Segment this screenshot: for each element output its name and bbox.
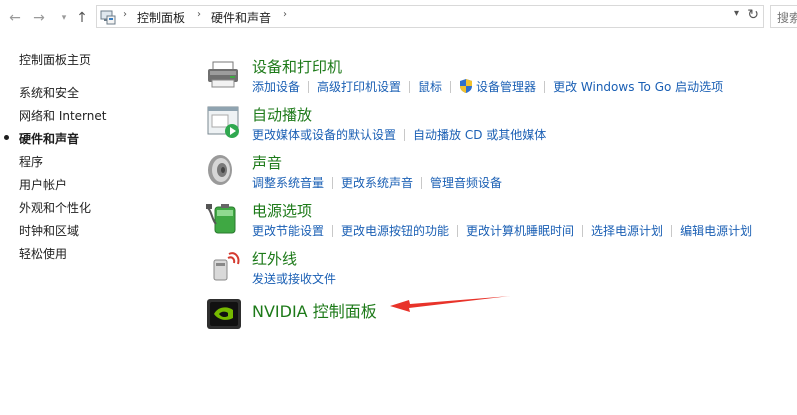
link-divider bbox=[457, 225, 459, 237]
address-bar[interactable]: › 控制面板 › 硬件和声音 › ▾ ↻ bbox=[96, 5, 764, 28]
sidebar-item-ease-of-access[interactable]: 轻松使用 bbox=[19, 245, 67, 262]
category-links: 调整系统音量 更改系统声音 管理音频设备 bbox=[252, 174, 502, 191]
category-links: 更改节能设置 更改电源按钮的功能 更改计算机睡眠时间 选择电源计划 编辑电源计划 bbox=[252, 222, 752, 239]
uac-shield-icon bbox=[460, 79, 473, 93]
breadcrumb-separator[interactable]: › bbox=[197, 9, 201, 20]
navigation-bar: ← → ▾ ↑ › 控制面板 › 硬件和声音 › ▾ ↻ 搜索 bbox=[0, 0, 797, 35]
link-choose-power-plan[interactable]: 选择电源计划 bbox=[591, 224, 663, 238]
link-divider bbox=[544, 81, 546, 93]
category-title[interactable]: 红外线 bbox=[252, 248, 297, 269]
sidebar-item-home[interactable]: 控制面板主页 bbox=[19, 51, 91, 68]
active-bullet-icon bbox=[4, 135, 9, 140]
printer-icon[interactable] bbox=[206, 56, 242, 92]
link-mouse[interactable]: 鼠标 bbox=[418, 80, 442, 94]
link-adjust-volume[interactable]: 调整系统音量 bbox=[252, 176, 324, 190]
link-device-manager[interactable]: 设备管理器 bbox=[476, 80, 536, 94]
link-send-receive-files[interactable]: 发送或接收文件 bbox=[252, 272, 336, 286]
sidebar-item-user-accounts[interactable]: 用户帐户 bbox=[19, 176, 67, 193]
category-links: 发送或接收文件 bbox=[252, 270, 336, 287]
link-windows-to-go[interactable]: 更改 Windows To Go 启动选项 bbox=[553, 80, 723, 94]
link-divider bbox=[332, 177, 334, 189]
category-title[interactable]: 设备和打印机 bbox=[252, 56, 342, 77]
annotation-arrow-icon bbox=[390, 296, 510, 312]
control-panel-icon bbox=[100, 10, 116, 25]
sidebar-item-programs[interactable]: 程序 bbox=[19, 153, 43, 170]
battery-icon[interactable] bbox=[206, 200, 242, 236]
link-autoplay-cd[interactable]: 自动播放 CD 或其他媒体 bbox=[413, 128, 546, 142]
link-advanced-printer-settings[interactable]: 高级打印机设置 bbox=[317, 80, 401, 94]
breadcrumb-control-panel[interactable]: 控制面板 bbox=[137, 9, 185, 26]
category-title[interactable]: 自动播放 bbox=[252, 104, 312, 125]
speaker-icon[interactable] bbox=[206, 152, 242, 188]
forward-arrow-icon[interactable]: → bbox=[30, 9, 48, 27]
recent-dropdown-icon[interactable]: ▾ bbox=[55, 9, 73, 27]
link-divider bbox=[409, 81, 411, 93]
link-add-device[interactable]: 添加设备 bbox=[252, 80, 300, 94]
link-change-power-saving[interactable]: 更改节能设置 bbox=[252, 224, 324, 238]
back-arrow-icon[interactable]: ← bbox=[6, 9, 24, 27]
sidebar-item-appearance[interactable]: 外观和个性化 bbox=[19, 199, 91, 216]
up-arrow-icon[interactable]: ↑ bbox=[73, 9, 91, 27]
category-links: 添加设备 高级打印机设置 鼠标 设备管理器 更改 Windows To Go 启动选项 bbox=[252, 78, 723, 95]
breadcrumb-separator[interactable]: › bbox=[123, 9, 127, 20]
autoplay-icon[interactable] bbox=[206, 104, 242, 140]
sidebar-item-system-security[interactable]: 系统和安全 bbox=[19, 84, 79, 101]
link-divider bbox=[308, 81, 310, 93]
nvidia-icon[interactable] bbox=[206, 296, 242, 332]
breadcrumb-hardware-sound[interactable]: 硬件和声音 bbox=[211, 9, 271, 26]
link-divider bbox=[671, 225, 673, 237]
link-sleep-time[interactable]: 更改计算机睡眠时间 bbox=[466, 224, 574, 238]
sidebar-item-clock-region[interactable]: 时钟和区域 bbox=[19, 222, 79, 239]
link-divider bbox=[421, 177, 423, 189]
category-title[interactable]: 电源选项 bbox=[252, 200, 312, 221]
category-title[interactable]: 声音 bbox=[252, 152, 282, 173]
address-dropdown-icon[interactable]: ▾ bbox=[734, 8, 739, 19]
search-input[interactable]: 搜索 bbox=[770, 5, 797, 28]
link-power-button-function[interactable]: 更改电源按钮的功能 bbox=[341, 224, 449, 238]
link-change-media-defaults[interactable]: 更改媒体或设备的默认设置 bbox=[252, 128, 396, 142]
breadcrumb-separator[interactable]: › bbox=[283, 9, 287, 20]
category-links: 更改媒体或设备的默认设置 自动播放 CD 或其他媒体 bbox=[252, 126, 546, 143]
link-divider bbox=[332, 225, 334, 237]
link-edit-power-plan[interactable]: 编辑电源计划 bbox=[680, 224, 752, 238]
link-divider bbox=[582, 225, 584, 237]
refresh-icon[interactable]: ↻ bbox=[747, 7, 759, 23]
infrared-icon[interactable] bbox=[206, 248, 242, 284]
category-title[interactable]: NVIDIA 控制面板 bbox=[252, 298, 377, 322]
link-change-system-sounds[interactable]: 更改系统声音 bbox=[341, 176, 413, 190]
sidebar-item-hardware-sound[interactable]: 硬件和声音 bbox=[19, 130, 79, 147]
link-manage-audio-devices[interactable]: 管理音频设备 bbox=[430, 176, 502, 190]
link-divider bbox=[450, 81, 452, 93]
link-divider bbox=[404, 129, 406, 141]
sidebar-item-network[interactable]: 网络和 Internet bbox=[19, 107, 106, 124]
